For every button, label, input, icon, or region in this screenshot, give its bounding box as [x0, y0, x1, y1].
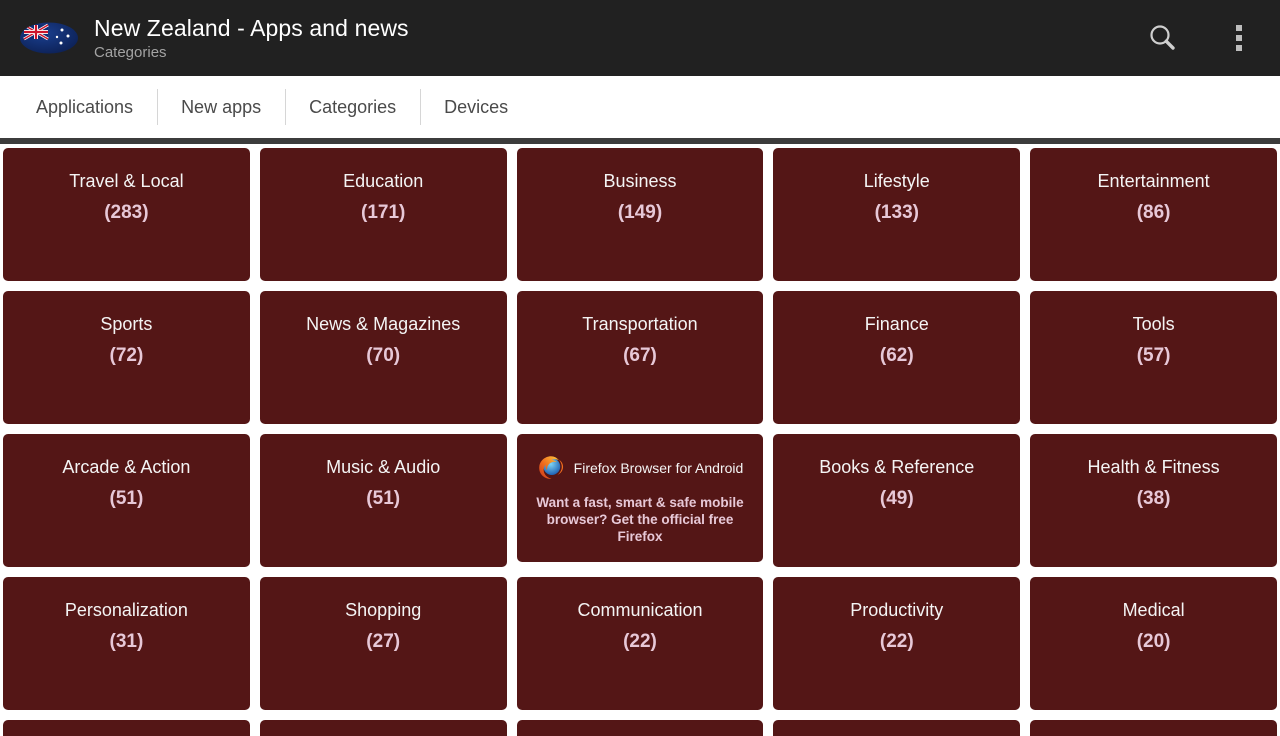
category-name: Business — [603, 171, 677, 191]
category-tile[interactable]: Lifestyle (133) — [773, 148, 1021, 281]
category-tile[interactable]: Communication (22) — [516, 577, 764, 710]
category-tile[interactable]: Arcade & Action (51) — [3, 434, 250, 567]
tab-label: Applications — [36, 96, 134, 117]
category-tile[interactable]: Business (149) — [516, 148, 764, 281]
search-icon — [1150, 25, 1175, 50]
category-tile[interactable] — [516, 720, 764, 736]
category-count: (22) — [623, 631, 657, 652]
category-count: (283) — [104, 202, 149, 223]
firefox-logo-icon — [538, 456, 563, 479]
category-name: Books & Reference — [819, 457, 975, 477]
category-name: Sports — [100, 314, 153, 334]
category-count: (149) — [617, 202, 663, 223]
category-name: Arcade & Action — [62, 457, 191, 477]
category-name: Music & Audio — [326, 457, 441, 477]
category-tile[interactable] — [3, 720, 250, 736]
category-name: Entertainment — [1097, 171, 1210, 191]
grid-row: Travel & Local (283) Education (171) Bus… — [3, 148, 1277, 281]
category-tile[interactable]: Medical (20) — [1030, 577, 1277, 710]
category-tile[interactable]: Education (171) — [259, 148, 507, 281]
new-zealand-flag-icon — [20, 22, 78, 54]
ad-title: Firefox Browser for Android — [573, 460, 744, 476]
category-count: (67) — [623, 345, 657, 366]
category-count: (49) — [879, 488, 914, 509]
tab-new-apps[interactable]: New apps — [157, 76, 285, 138]
header-actions — [1136, 10, 1266, 66]
advertisement-tile[interactable]: Firefox Browser for Android Want a fast,… — [516, 434, 764, 562]
category-count: (72) — [109, 345, 144, 366]
grid-row: Arcade & Action (51) Music & Audio (51) — [3, 434, 1277, 567]
category-count: (38) — [1136, 488, 1171, 509]
category-count: (171) — [361, 202, 406, 223]
page-title: New Zealand - Apps and news — [94, 14, 409, 41]
category-tile[interactable]: Transportation (67) — [516, 291, 764, 424]
tab-devices[interactable]: Devices — [420, 76, 532, 138]
category-tile[interactable] — [1030, 720, 1277, 736]
category-name: Education — [343, 171, 424, 191]
category-count: (20) — [1136, 631, 1171, 652]
category-tile[interactable]: Health & Fitness (38) — [1030, 434, 1277, 567]
tab-label: New apps — [181, 96, 262, 117]
overflow-menu-button[interactable] — [1212, 10, 1266, 66]
category-tile[interactable]: Productivity (22) — [773, 577, 1021, 710]
page-subtitle: Categories — [94, 43, 167, 61]
category-name: Health & Fitness — [1087, 457, 1220, 477]
category-tile[interactable] — [259, 720, 507, 736]
app-header: New Zealand - Apps and news Categories — [0, 0, 1280, 76]
category-tile[interactable]: Finance (62) — [773, 291, 1021, 424]
category-count: (133) — [874, 202, 919, 223]
header-titles: New Zealand - Apps and news Categories — [90, 14, 1136, 63]
category-tile[interactable]: Entertainment (86) — [1030, 148, 1277, 281]
category-name: Communication — [577, 600, 703, 620]
category-name: Shopping — [345, 600, 422, 620]
grid-row: Personalization (31) Shopping (27) Commu… — [3, 577, 1277, 710]
category-name: Travel & Local — [69, 171, 184, 191]
category-name: News & Magazines — [306, 314, 461, 334]
category-count: (22) — [879, 631, 914, 652]
tab-applications[interactable]: Applications — [12, 76, 157, 138]
tab-bar: Applications New apps Categories Devices — [0, 76, 1280, 138]
category-name: Lifestyle — [863, 171, 930, 191]
category-name: Productivity — [850, 600, 944, 620]
grid-row — [3, 720, 1277, 736]
category-tile[interactable]: Shopping (27) — [259, 577, 507, 710]
category-name: Medical — [1122, 600, 1185, 620]
category-tile[interactable] — [773, 720, 1021, 736]
category-tile[interactable]: Sports (72) — [3, 291, 250, 424]
category-count: (70) — [366, 345, 401, 366]
ad-body-line-1: Want a fast, smart & safe mobile — [536, 495, 744, 510]
category-name: Personalization — [64, 600, 188, 620]
category-tile[interactable]: News & Magazines (70) — [259, 291, 507, 424]
grid-row: Sports (72) News & Magazines (70) Transp… — [3, 291, 1277, 424]
category-grid: Travel & Local (283) Education (171) Bus… — [0, 144, 1280, 736]
category-count: (51) — [366, 488, 401, 509]
tab-categories[interactable]: Categories — [285, 76, 420, 138]
category-name: Tools — [1132, 314, 1175, 334]
ad-body-line-2: browser? Get the official free Firefox — [546, 512, 734, 544]
category-tile[interactable]: Books & Reference (49) — [773, 434, 1021, 567]
category-count: (51) — [109, 488, 144, 509]
tab-label: Categories — [309, 96, 397, 117]
category-count: (31) — [109, 631, 144, 652]
overflow-menu-icon — [1236, 25, 1242, 51]
category-tile[interactable]: Music & Audio (51) — [259, 434, 507, 567]
ad-body: Want a fast, smart & safe mobile browser… — [517, 494, 764, 545]
category-tile[interactable]: Personalization (31) — [3, 577, 250, 710]
tab-label: Devices — [444, 96, 509, 117]
category-count: (86) — [1136, 202, 1171, 223]
category-tile[interactable]: Travel & Local (283) — [3, 148, 250, 281]
category-name: Finance — [864, 314, 929, 334]
category-name: Transportation — [582, 314, 698, 334]
category-tile[interactable]: Tools (57) — [1030, 291, 1277, 424]
category-count: (62) — [879, 345, 914, 366]
category-count: (57) — [1136, 345, 1171, 366]
ad-header: Firefox Browser for Android — [517, 454, 764, 482]
search-button[interactable] — [1136, 10, 1190, 66]
category-count: (27) — [366, 631, 401, 652]
